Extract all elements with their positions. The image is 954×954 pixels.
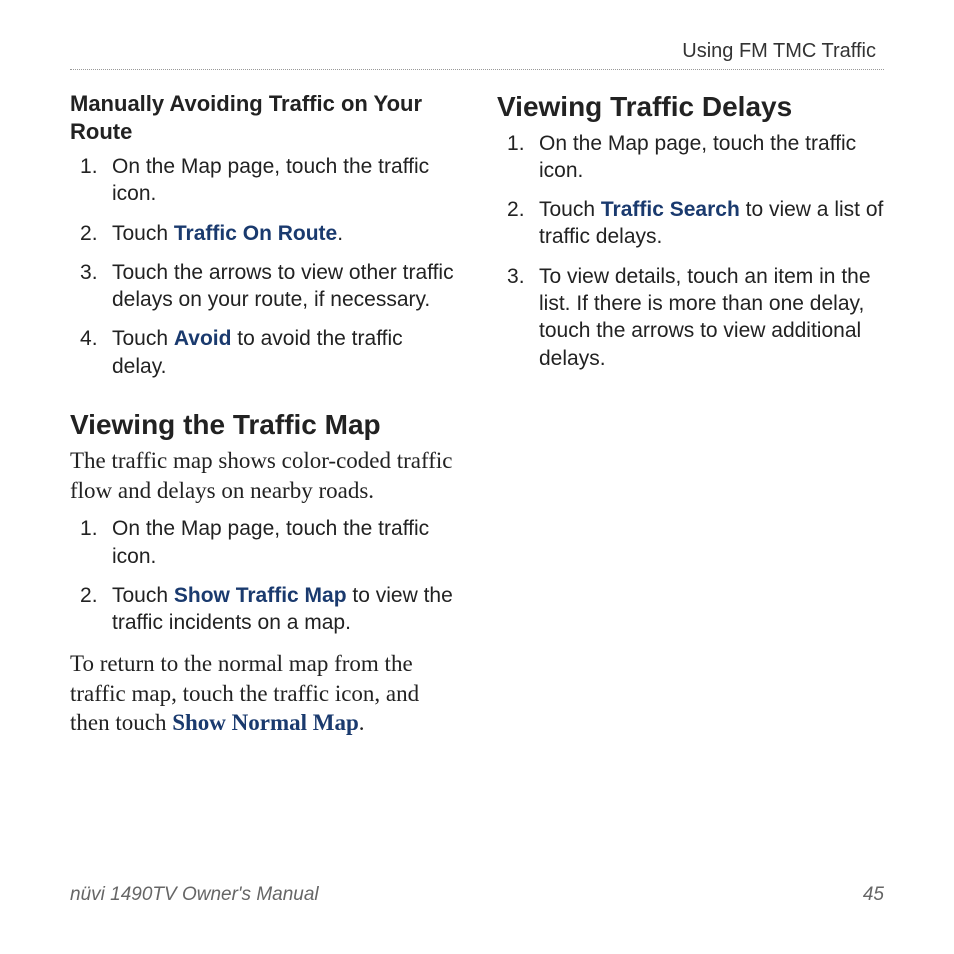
step-text: Touch (112, 584, 174, 607)
step-item: On the Map page, touch the traffic icon. (497, 130, 884, 185)
step-text: . (337, 222, 343, 245)
step-item: Touch the arrows to view other traffic d… (70, 259, 457, 314)
page-footer: nüvi 1490TV Owner's Manual 45 (70, 884, 884, 906)
traffic-map-description: The traffic map shows color-coded traffi… (70, 446, 457, 506)
heading-viewing-traffic-map: Viewing the Traffic Map (70, 408, 457, 442)
traffic-delays-steps: On the Map page, touch the traffic icon.… (497, 130, 884, 372)
ui-action-traffic-search: Traffic Search (601, 198, 740, 221)
ui-action-show-normal-map: Show Normal Map (172, 710, 359, 735)
step-item: Touch Traffic Search to view a list of t… (497, 196, 884, 251)
ui-action-traffic-on-route: Traffic On Route (174, 222, 337, 245)
step-item: To view details, touch an item in the li… (497, 263, 884, 372)
body-text-segment: . (359, 710, 365, 735)
step-item: On the Map page, touch the traffic icon. (70, 515, 457, 570)
ui-action-avoid: Avoid (174, 327, 232, 350)
ui-action-show-traffic-map: Show Traffic Map (174, 584, 347, 607)
step-item: On the Map page, touch the traffic icon. (70, 153, 457, 208)
header-divider (70, 69, 884, 70)
manual-page: Using FM TMC Traffic Manually Avoiding T… (0, 0, 954, 788)
step-text: Touch (112, 222, 174, 245)
footer-page-number: 45 (863, 884, 884, 906)
step-item: Touch Show Traffic Map to view the traff… (70, 582, 457, 637)
heading-viewing-traffic-delays: Viewing Traffic Delays (497, 90, 884, 124)
avoid-traffic-steps: On the Map page, touch the traffic icon.… (70, 153, 457, 380)
step-text: Touch (539, 198, 601, 221)
left-column: Manually Avoiding Traffic on Your Route … (70, 90, 457, 748)
footer-manual-title: nüvi 1490TV Owner's Manual (70, 884, 319, 906)
step-item: Touch Traffic On Route. (70, 220, 457, 247)
step-text: Touch (112, 327, 174, 350)
step-item: Touch Avoid to avoid the traffic delay. (70, 325, 457, 380)
traffic-map-steps: On the Map page, touch the traffic icon.… (70, 515, 457, 636)
two-column-layout: Manually Avoiding Traffic on Your Route … (70, 90, 884, 748)
right-column: Viewing Traffic Delays On the Map page, … (497, 90, 884, 748)
chapter-title: Using FM TMC Traffic (70, 40, 884, 63)
subheading-avoid-traffic: Manually Avoiding Traffic on Your Route (70, 90, 457, 145)
return-normal-map-text: To return to the normal map from the tra… (70, 649, 457, 739)
